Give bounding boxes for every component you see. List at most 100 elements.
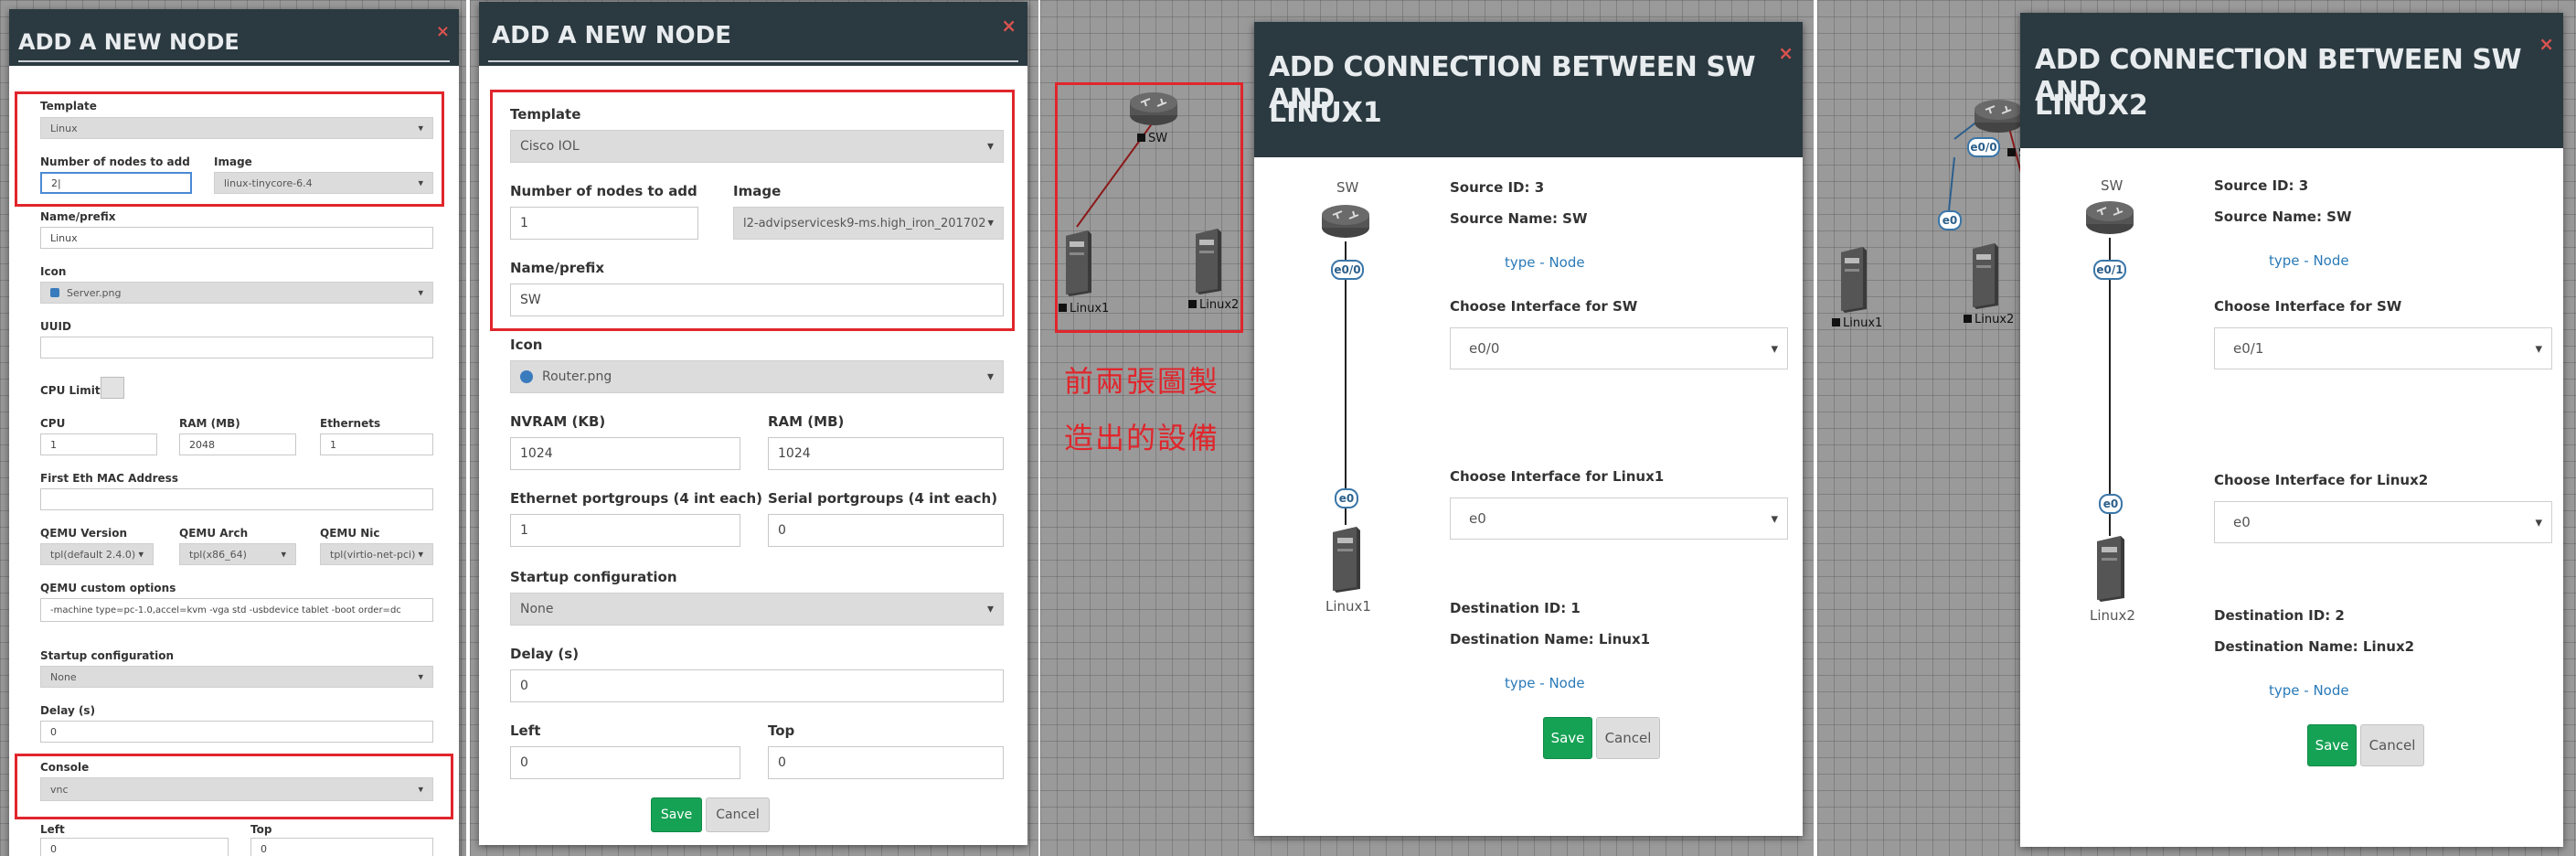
modal-title: ADD A NEW NODE — [492, 22, 731, 49]
caret-down-icon: ▾ — [986, 139, 994, 154]
uuid-label: UUID — [40, 320, 71, 333]
num-nodes-value: 1 — [520, 216, 528, 230]
add-connection-modal: ADD CONNECTION BETWEEN SW AND LINUX1 × S… — [1254, 22, 1803, 836]
ram-input[interactable]: 1024 — [768, 437, 1004, 470]
save-button[interactable]: Save — [1543, 717, 1592, 759]
delay-input[interactable]: 0 — [40, 721, 433, 743]
icon-select[interactable]: Server.png ▾ — [40, 282, 433, 304]
save-button[interactable]: Save — [651, 797, 702, 832]
add-connection-modal: ADD CONNECTION BETWEEN SW AND LINUX2 × S… — [2020, 13, 2563, 847]
left-input[interactable]: 0 — [510, 746, 740, 779]
template-select[interactable]: Cisco IOL ▾ — [510, 130, 1004, 163]
ethernets-input[interactable]: 1 — [320, 433, 433, 455]
choose-linux-iface-label: Choose Interface for Linux2 — [2214, 472, 2429, 488]
top-input[interactable]: 0 — [768, 746, 1004, 779]
destination-type-link[interactable]: type - Node — [2269, 682, 2349, 699]
ram-input[interactable]: 2048 — [179, 433, 296, 455]
caret-down-icon: ▾ — [418, 670, 423, 683]
square-icon — [1832, 318, 1840, 326]
startup-config-value: None — [50, 670, 77, 683]
icon-value: Router.png — [542, 369, 612, 384]
diagram-src-iface: e0/1 — [2093, 260, 2126, 280]
qemu-nic-label: QEMU Nic — [320, 527, 380, 540]
linux-iface-value: e0 — [1469, 510, 1486, 527]
serial-portgroups-input[interactable]: 0 — [768, 514, 1004, 547]
destination-type-link[interactable]: type - Node — [1505, 675, 1585, 691]
add-node-modal: ADD A NEW NODE × Template Linux ▾ Number … — [9, 9, 459, 856]
num-nodes-value: 2| — [51, 177, 61, 189]
server-icon — [1973, 243, 1998, 309]
image-select[interactable]: linux-tinycore-6.4 ▾ — [214, 172, 433, 194]
nvram-input[interactable]: 1024 — [510, 437, 740, 470]
close-icon[interactable]: × — [436, 22, 450, 41]
serial-portgroups-value: 0 — [778, 523, 786, 538]
router-icon — [520, 370, 533, 383]
save-button[interactable]: Save — [2307, 724, 2357, 766]
linux-iface-select[interactable]: e0 ▾ — [2214, 501, 2552, 543]
modal-header: ADD A NEW NODE × — [9, 9, 459, 66]
eth-portgroups-input[interactable]: 1 — [510, 514, 740, 547]
delay-input[interactable]: 0 — [510, 669, 1004, 702]
num-nodes-input[interactable]: 2| — [40, 172, 192, 194]
image-label: Image — [733, 183, 782, 199]
left-input[interactable]: 0 — [40, 838, 229, 856]
modal-header: ADD A NEW NODE × — [479, 2, 1027, 66]
close-icon[interactable]: × — [1001, 15, 1017, 37]
qemu-version-select[interactable]: tpl(default 2.4.0) ▾ — [40, 543, 154, 565]
icon-select[interactable]: Router.png ▾ — [510, 360, 1004, 393]
source-type-link[interactable]: type - Node — [2269, 252, 2349, 269]
linux-iface-value: e0 — [2233, 514, 2251, 530]
qemu-options-input[interactable]: -machine type=pc-1.0,accel=kvm -vga std … — [40, 598, 433, 622]
console-select[interactable]: vnc ▾ — [40, 777, 433, 801]
cpu-limit-checkbox[interactable] — [101, 377, 124, 399]
qemu-nic-select[interactable]: tpl(virtio-net-pci) ▾ — [320, 543, 433, 565]
canvas-server-linux1[interactable] — [1060, 227, 1093, 296]
canvas-sw-text: SW — [1148, 132, 1168, 145]
mac-input[interactable] — [40, 488, 433, 510]
canvas-linux-iface: e0 — [1938, 210, 1962, 230]
top-input[interactable]: 0 — [250, 838, 433, 856]
top-label: Top — [250, 823, 272, 836]
diagram-link — [1345, 241, 1347, 525]
canvas-server-linux2[interactable] — [1967, 240, 2000, 309]
caret-down-icon: ▾ — [418, 177, 423, 189]
choose-sw-iface-label: Choose Interface for SW — [2214, 298, 2402, 315]
eth-portgroups-value: 1 — [520, 523, 528, 538]
canvas-router-sw[interactable] — [1128, 88, 1179, 126]
canvas-router-sw[interactable] — [1973, 95, 2024, 134]
name-input[interactable]: SW — [510, 284, 1004, 316]
uuid-input[interactable] — [40, 337, 433, 358]
image-value: l2-advipservicesk9-ms.high_iron_2017020 — [743, 216, 994, 230]
icon-value: Server.png — [67, 286, 122, 299]
caret-down-icon: ▾ — [138, 548, 144, 561]
template-select[interactable]: Linux ▾ — [40, 117, 433, 139]
cancel-button[interactable]: Cancel — [2360, 724, 2424, 766]
cancel-button[interactable]: Cancel — [1596, 717, 1660, 759]
caret-down-icon: ▾ — [2535, 514, 2542, 530]
num-nodes-label: Number of nodes to add — [510, 183, 697, 199]
sw-iface-select[interactable]: e0/1 ▾ — [2214, 327, 2552, 369]
name-value: SW — [520, 293, 541, 307]
canvas-label-sw: SW — [1137, 132, 1167, 145]
cpu-input[interactable]: 1 — [40, 433, 157, 455]
linux-iface-select[interactable]: e0 ▾ — [1450, 498, 1788, 540]
caret-down-icon: ▾ — [418, 548, 423, 561]
num-nodes-input[interactable]: 1 — [510, 207, 698, 240]
delay-label: Delay (s) — [510, 646, 580, 662]
diagram-link — [2109, 238, 2111, 536]
startup-config-select[interactable]: None ▾ — [40, 666, 433, 688]
canvas-server-linux2[interactable] — [1190, 225, 1223, 294]
cpu-label: CPU — [40, 417, 66, 430]
server-icon — [1333, 527, 1360, 593]
qemu-arch-select[interactable]: tpl(x86_64) ▾ — [179, 543, 296, 565]
canvas-server-linux1[interactable] — [1836, 243, 1868, 313]
cancel-button[interactable]: Cancel — [706, 797, 770, 832]
image-select[interactable]: l2-advipservicesk9-ms.high_iron_2017020 ▾ — [733, 207, 1004, 240]
sw-iface-select[interactable]: e0/0 ▾ — [1450, 327, 1788, 369]
startup-config-select[interactable]: None ▾ — [510, 593, 1004, 626]
caret-down-icon: ▾ — [985, 216, 994, 230]
source-type-link[interactable]: type - Node — [1505, 254, 1585, 271]
name-input[interactable]: Linux — [40, 227, 433, 249]
ram-label: RAM (MB) — [768, 413, 845, 430]
num-nodes-label: Number of nodes to add — [40, 155, 190, 168]
